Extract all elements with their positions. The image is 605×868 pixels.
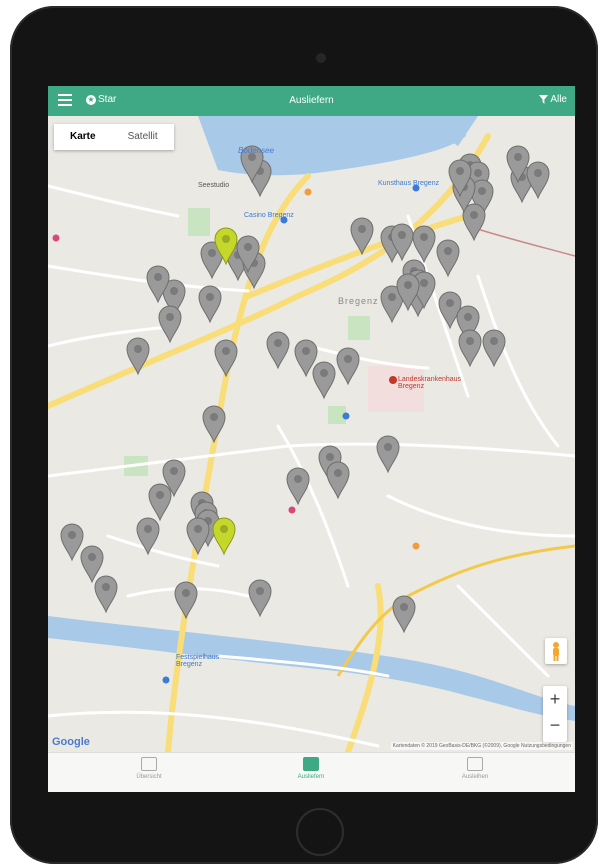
map-label-bodensee: Bodensee xyxy=(238,146,275,155)
map-type-satellit[interactable]: Satellit xyxy=(112,124,174,150)
home-button[interactable] xyxy=(296,808,344,856)
filter-icon xyxy=(539,95,549,104)
map-attribution[interactable]: Kartendaten © 2019 GeoBasis-DE/BKG (©200… xyxy=(390,742,573,750)
zoom-in-button[interactable]: + xyxy=(543,686,567,712)
park xyxy=(348,316,370,340)
zoom-out-button[interactable]: − xyxy=(543,712,567,738)
page-title: Ausliefern xyxy=(289,95,334,106)
map-type-karte[interactable]: Karte xyxy=(54,124,112,150)
map-label-seestudio: Seestudio xyxy=(198,182,230,189)
front-camera xyxy=(316,53,326,63)
filter-button[interactable]: Alle xyxy=(539,94,567,105)
map-label-bregenz: Bregenz xyxy=(338,296,379,306)
place-icon-pharmacy xyxy=(288,506,296,514)
bottom-navigation: Übersicht Ausliefern Ausleihen xyxy=(48,752,575,792)
park xyxy=(188,208,210,236)
map-type-toggle: Karte Satellit xyxy=(54,124,174,150)
nav-label: Übersicht xyxy=(136,774,162,780)
map-canvas[interactable] xyxy=(48,116,575,755)
app-screen: ★ Star Ausliefern Alle Bregenz Landeskra… xyxy=(48,86,575,792)
map-view[interactable]: Bregenz Landeskrankenhaus Bregenz Kunsth… xyxy=(48,116,575,755)
street-view-pegman-icon[interactable] xyxy=(545,638,567,664)
truck-icon xyxy=(303,757,319,771)
google-logo: Google xyxy=(52,736,90,748)
place-icon-station xyxy=(342,412,350,420)
zoom-control: + − xyxy=(543,686,567,742)
nav-tab-uebersicht[interactable]: Übersicht xyxy=(104,757,194,780)
map-label-festspielhaus: Festspielhaus Bregenz xyxy=(176,654,220,668)
place-icon-museum xyxy=(162,676,170,684)
place-icon-hotel xyxy=(52,234,60,242)
filter-label: Alle xyxy=(550,94,567,105)
map-label-casino: Casino Bregenz xyxy=(244,212,294,219)
nav-label: Ausleihen xyxy=(461,774,489,780)
place-icon-seestudio xyxy=(304,188,312,196)
map-label-kunsthaus: Kunsthaus Bregenz xyxy=(378,180,440,187)
map-label-hospital: Landeskrankenhaus Bregenz xyxy=(398,376,462,390)
app-bar: ★ Star Ausliefern Alle xyxy=(48,86,575,116)
place-icon-shop xyxy=(412,542,420,550)
list-icon xyxy=(467,757,483,771)
nav-tab-ausliefern[interactable]: Ausliefern xyxy=(266,757,356,780)
calendar-icon xyxy=(141,757,157,771)
place-icon-hospital xyxy=(389,376,397,384)
nav-label: Ausliefern xyxy=(297,774,325,780)
nav-tab-ausleihen[interactable]: Ausleihen xyxy=(430,757,520,780)
